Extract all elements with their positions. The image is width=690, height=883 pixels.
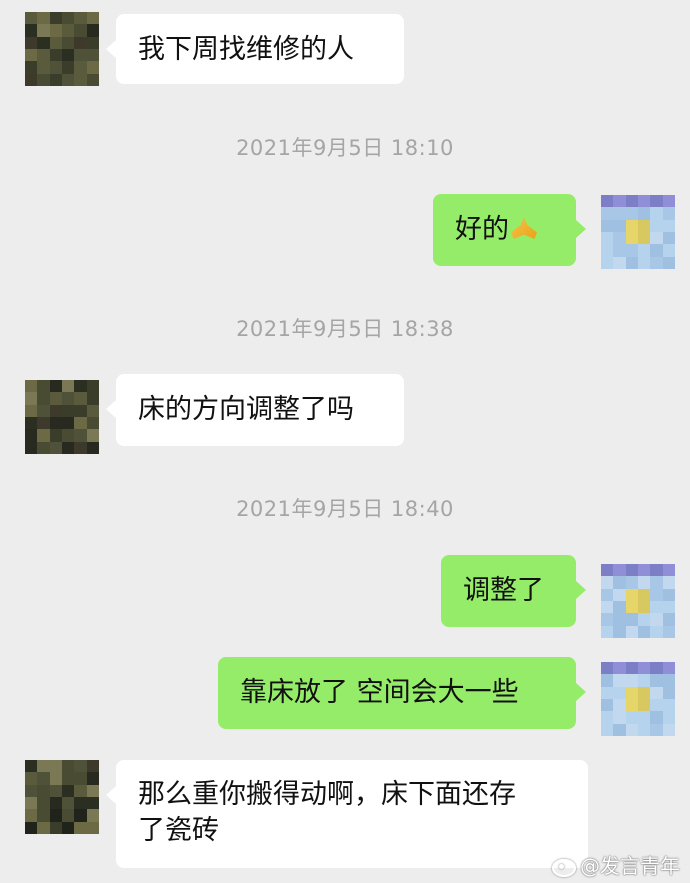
message-text: 床的方向调整了吗: [138, 394, 354, 425]
message-text: 调整了: [463, 575, 544, 606]
message-text: 好的: [455, 214, 509, 245]
message-text: 靠床放了 空间会大一些: [240, 677, 519, 708]
message-bubble-outgoing: 好的: [433, 194, 586, 266]
folded-hands-icon: [509, 215, 539, 241]
message-text: 我下周找维修的人: [138, 34, 354, 65]
contact-avatar[interactable]: [25, 760, 99, 834]
timestamp: 2021年9月5日 18:38: [236, 317, 454, 341]
user-avatar[interactable]: [601, 662, 675, 736]
message-text-line: 了瓷砖: [138, 815, 219, 846]
weibo-logo-icon: [550, 855, 576, 877]
message-bubble-incoming: 床的方向调整了吗: [106, 374, 404, 446]
message-bubble-incoming: 我下周找维修的人: [106, 14, 404, 84]
timestamp: 2021年9月5日 18:40: [236, 497, 454, 521]
message-text-line: 那么重你搬得动啊，床下面还存: [138, 779, 516, 810]
contact-avatar[interactable]: [25, 380, 99, 454]
message-bubble-outgoing: 靠床放了 空间会大一些: [218, 657, 586, 729]
contact-avatar[interactable]: [25, 12, 99, 86]
user-avatar[interactable]: [601, 564, 675, 638]
watermark-text: @发言青年: [580, 854, 680, 878]
timestamp: 2021年9月5日 18:10: [236, 136, 454, 160]
message-bubble-outgoing: 调整了: [441, 555, 586, 627]
watermark: @发言青年: [550, 850, 680, 879]
user-avatar[interactable]: [601, 195, 675, 269]
message-bubble-incoming: 那么重你搬得动啊，床下面还存 了瓷砖: [106, 760, 588, 868]
